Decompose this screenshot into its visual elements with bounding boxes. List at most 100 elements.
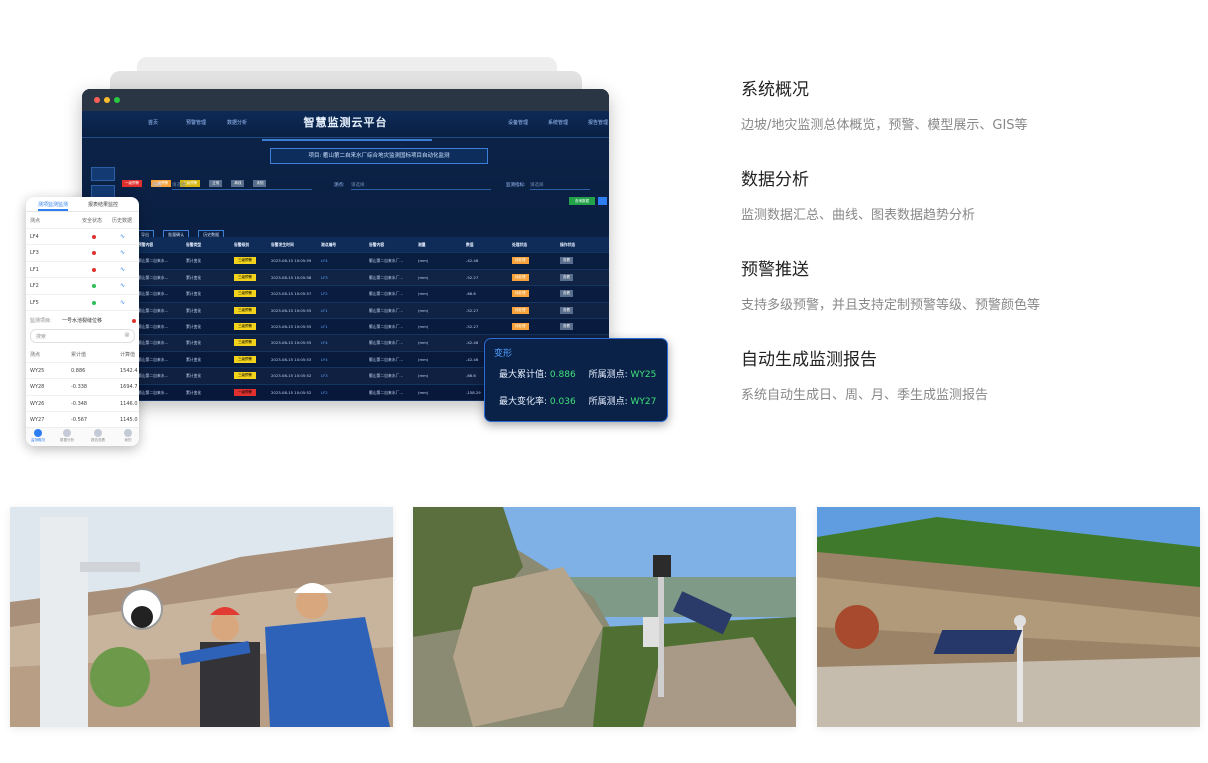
filter-station-label: 测站: — [152, 183, 163, 188]
cell-point: LF2 — [321, 291, 328, 297]
cell-op[interactable]: 查看 — [560, 290, 573, 298]
trend-icon[interactable]: ∿ — [120, 299, 125, 306]
tab-monitoring[interactable]: 测项监测监测 — [38, 201, 68, 208]
cell-time: 2023-08-15 10:05:52 — [271, 373, 312, 379]
cell-content: 衢山第二自来水... — [138, 307, 169, 313]
point-label: 所属测点: — [588, 397, 628, 407]
search-button[interactable]: 查询数据 — [569, 197, 595, 205]
filter-metric-select[interactable]: 请选择 — [530, 182, 590, 190]
phone-bottom-nav: 监测概况 数据分析 报告查看 我的 — [26, 427, 139, 446]
list-item[interactable]: LF5 ∿ — [26, 295, 139, 311]
cell-desc: 衢山第二自来水厂... — [369, 340, 403, 346]
cell-desc: 衢山第二自来水厂... — [369, 307, 403, 313]
bottom-nav-analysis[interactable]: 数据分析 — [56, 429, 78, 443]
trend-icon[interactable]: ∿ — [120, 249, 125, 256]
list-item[interactable]: WY26 -0.348 1146.0 — [26, 396, 139, 412]
table-row[interactable]: 衢山第二自来水... 累计变化 三级预警 2023-08-15 10:05:58 LF3… — [136, 270, 609, 287]
cell-time: 2023-08-15 10:05:53 — [271, 356, 312, 362]
value-acc: -0.348 — [71, 400, 88, 407]
trend-icon[interactable]: ∿ — [120, 266, 125, 273]
cell-level: 三级预警 — [234, 322, 256, 330]
table-row[interactable]: 衢山第二自来水... 累计变化 三级预警 2023-08-15 10:05:57 LF2… — [136, 286, 609, 303]
max-rate-label: 最大变化率: — [499, 397, 548, 407]
point-name: LF3 — [30, 250, 39, 256]
feature-title-overview: 系统概况 — [741, 80, 809, 100]
cell-type: 累计变化 — [186, 373, 202, 379]
list-item[interactable]: WY28 -0.338 1694.7 — [26, 379, 139, 396]
cell-level: 三级预警 — [234, 290, 256, 298]
rail-collapse-button[interactable] — [91, 167, 115, 181]
cell-op[interactable]: 查看 — [560, 306, 573, 314]
clear-icon[interactable]: ⊗ — [124, 331, 130, 339]
list-item[interactable]: WY25 0.886 1542.4 — [26, 363, 139, 379]
refresh-button[interactable] — [598, 197, 607, 205]
table-row[interactable]: 衢山第二自来水... 累计变化 三级预警 2023-08-15 10:05:59 LF4… — [136, 253, 609, 270]
value-calc: 1145.0 — [120, 417, 138, 423]
bottom-nav-label: 监测概况 — [31, 438, 45, 442]
cell-desc: 衢山第二自来水厂... — [369, 389, 403, 395]
photo-workers-installing-camera — [10, 507, 393, 727]
cell-type: 累计变化 — [186, 291, 202, 297]
cell-type: 累计变化 — [186, 274, 202, 280]
max-accumulated-value: 0.886 — [549, 370, 576, 380]
value-calc: 1542.4 — [120, 367, 138, 374]
max-accumulated-row: 最大累计值: 0.886 所属测点: WY25 — [499, 367, 656, 380]
bottom-nav-overview[interactable]: 监测概况 — [27, 429, 49, 443]
maximize-dot-icon[interactable] — [114, 97, 120, 103]
deformation-summary-card: 变形 最大累计值: 0.886 所属测点: WY25 最大变化率: 0.036 … — [484, 338, 668, 422]
point-name: LF1 — [30, 266, 39, 273]
trend-icon[interactable]: ∿ — [120, 233, 125, 240]
cell-value: -52.27 — [466, 323, 479, 329]
list-item[interactable]: LF2 ∿ — [26, 278, 139, 295]
cell-time: 2023-08-15 10:05:59 — [271, 258, 312, 264]
header-accumulated: 累计值 — [71, 352, 87, 358]
cell-level: 三级预警 — [234, 273, 256, 281]
trend-icon[interactable]: ∿ — [120, 282, 125, 289]
list-item[interactable]: LF1 ∿ — [26, 262, 139, 278]
table-row[interactable]: 衢山第二自来水... 累计变化 三级预警 2023-08-15 10:05:55 LF1… — [136, 319, 609, 336]
cell-state: 待处理 — [512, 257, 529, 265]
minimize-dot-icon[interactable] — [104, 97, 110, 103]
values-header: 测点 累计值 计算值 — [26, 346, 139, 363]
cell-op[interactable]: 查看 — [560, 322, 573, 330]
cell-level: 三级预警 — [234, 257, 256, 265]
cell-content: 衢山第二自来水... — [138, 291, 169, 297]
cell-value: -42.46 — [466, 356, 479, 362]
cell-unit: (mm) — [418, 307, 429, 313]
close-dot-icon[interactable] — [94, 97, 100, 103]
filter-bar: 测站: 请选择 测点: 请选择 监测指标: 请选择 — [122, 182, 609, 192]
tab-report[interactable]: 报表结果监控 — [88, 201, 118, 208]
header-calculated: 计算值 — [120, 352, 136, 358]
cell-content: 衢山第二自来水... — [138, 323, 169, 329]
nav-item-devices[interactable]: 设备管理 — [508, 119, 528, 126]
search-input[interactable]: 搜索 ⊗ — [30, 329, 135, 343]
header-safety: 安全状态 — [82, 218, 103, 224]
cell-unit: (mm) — [418, 373, 429, 379]
project-label: 监测项目: — [30, 318, 52, 324]
filter-metric-label: 监测指标: — [506, 183, 526, 188]
table-row[interactable]: 衢山第二自来水... 累计变化 三级预警 2023-08-15 10:05:55 LF1… — [136, 303, 609, 319]
list-item[interactable]: LF3 ∿ — [26, 245, 139, 262]
filter-station-select[interactable]: 请选择 — [172, 182, 312, 190]
filter-point-select[interactable]: 请选择 — [351, 182, 491, 190]
cell-unit: (mm) — [418, 340, 429, 346]
nav-item-system[interactable]: 系统管理 — [548, 119, 568, 126]
project-selector[interactable]: 项目: 衢山第二自来水厂综合地灾监测国标项目自动化监测 — [270, 148, 488, 164]
cell-state: 待处理 — [512, 322, 529, 330]
mobile-app-mock: 测项监测监测 报表结果监控 测点 安全状态 历史数据 LF4 ∿ LF3 ∿ LF1 ∿ L… — [26, 197, 139, 446]
list-item[interactable]: LF4 ∿ — [26, 229, 139, 245]
project-value[interactable]: 一号水池裂缝位移 — [62, 317, 102, 324]
filter-point-label: 测点: — [334, 183, 345, 188]
col-value: 数值 — [466, 242, 474, 247]
nav-item-reports[interactable]: 报告管理 — [588, 119, 608, 126]
values-list: WY25 0.886 1542.4 WY28 -0.338 1694.7 WY26 -0.34… — [26, 363, 139, 429]
cell-unit: (mm) — [418, 291, 429, 297]
bottom-nav-report[interactable]: 报告查看 — [87, 429, 109, 443]
feature-desc-overview: 边坡/地灾监测总体概览，预警、模型展示、GIS等 — [741, 118, 1028, 133]
bottom-nav-me[interactable]: 我的 — [117, 429, 139, 443]
cell-op[interactable]: 查看 — [560, 273, 573, 281]
cell-unit: (mm) — [418, 389, 429, 395]
cell-op[interactable]: 查看 — [560, 257, 573, 265]
cell-type: 累计变化 — [186, 258, 202, 264]
cell-point: LF3 — [321, 274, 328, 280]
